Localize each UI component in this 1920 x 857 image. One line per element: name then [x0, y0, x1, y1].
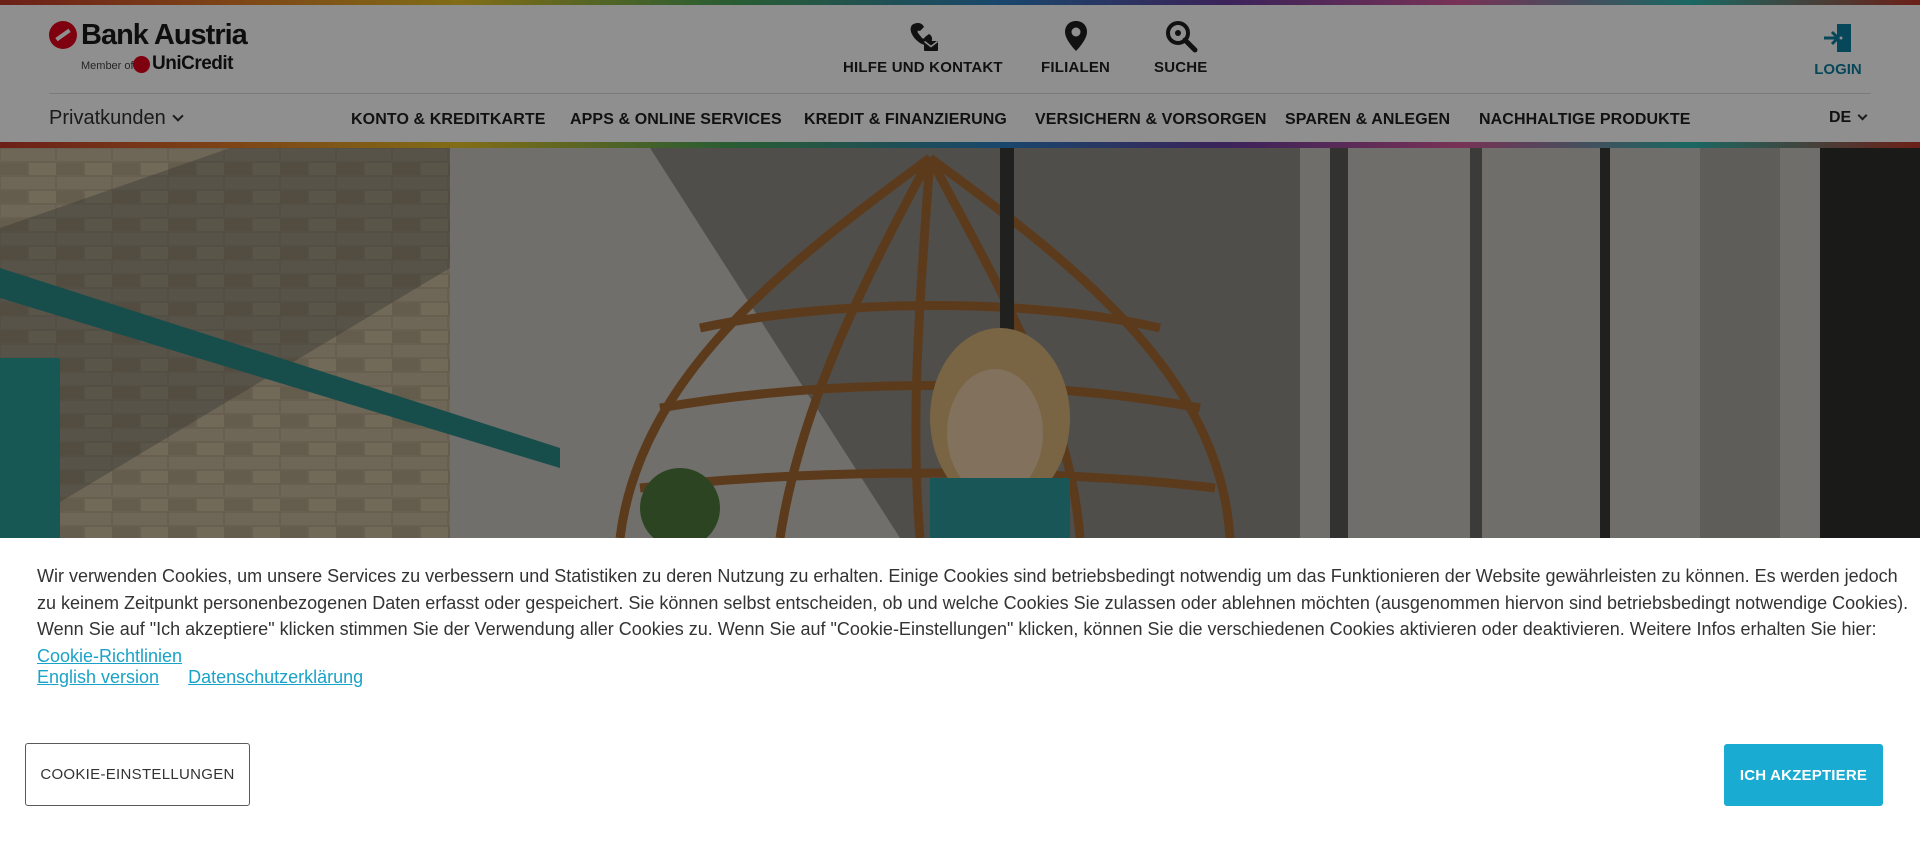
- util-help-contact[interactable]: HILFE UND KONTAKT: [843, 19, 1003, 76]
- util-label: SUCHE: [1154, 59, 1208, 76]
- segment-selector[interactable]: Privatkunden: [49, 107, 184, 130]
- privacy-policy-link[interactable]: Datenschutzerklärung: [188, 667, 363, 687]
- nav-apps-online-services[interactable]: APPS & ONLINE SERVICES: [570, 111, 782, 129]
- chevron-down-icon: [1857, 110, 1868, 121]
- cookie-settings-button[interactable]: COOKIE-EINSTELLUNGEN: [25, 743, 250, 806]
- util-label: FILIALEN: [1041, 59, 1111, 76]
- location-pin-icon: [1064, 21, 1087, 51]
- hero-illustration: [0, 148, 1920, 538]
- main-nav: Privatkunden KONTO & KREDITKARTE APPS & …: [0, 105, 1920, 137]
- cookie-message: Wir verwenden Cookies, um unsere Service…: [37, 566, 1909, 639]
- nav-nachhaltige-produkte[interactable]: NACHHALTIGE PRODUKTE: [1479, 111, 1690, 129]
- nav-sparen-anlegen[interactable]: SPAREN & ANLEGEN: [1285, 111, 1450, 129]
- login-icon: [1824, 24, 1851, 52]
- login-button[interactable]: LOGIN: [1808, 21, 1868, 78]
- language-selector[interactable]: DE: [1829, 109, 1868, 127]
- english-version-link[interactable]: English version: [37, 667, 159, 687]
- utility-nav: HILFE UND KONTAKT FILIALEN SUCHE: [0, 19, 1920, 89]
- cookie-policy-link[interactable]: Cookie-Richtlinien: [37, 646, 182, 666]
- cookie-text: Wir verwenden Cookies, um unsere Service…: [37, 563, 1917, 669]
- cookie-secondary-links: English version Datenschutzerklärung: [37, 667, 387, 688]
- nav-versichern-vorsorgen[interactable]: VERSICHERN & VORSORGEN: [1035, 111, 1267, 129]
- nav-konto-kreditkarte[interactable]: KONTO & KREDITKARTE: [351, 111, 546, 129]
- cookie-banner: Wir verwenden Cookies, um unsere Service…: [0, 538, 1920, 857]
- search-icon: [1165, 21, 1198, 53]
- help-contact-icon: [910, 22, 938, 51]
- util-search[interactable]: SUCHE: [1154, 19, 1208, 76]
- nav-kredit-finanzierung[interactable]: KREDIT & FINANZIERUNG: [804, 111, 1007, 129]
- segment-label: Privatkunden: [49, 107, 166, 129]
- accept-cookies-button[interactable]: ICH AKZEPTIERE: [1724, 744, 1883, 806]
- util-label: HILFE UND KONTAKT: [843, 59, 1003, 76]
- language-label: DE: [1829, 109, 1852, 126]
- chevron-down-icon: [172, 110, 184, 122]
- site-header: Bank Austria Member of UniCredit HILFE U…: [0, 5, 1920, 142]
- header-divider: [49, 93, 1871, 94]
- login-label: LOGIN: [1814, 61, 1862, 78]
- util-branches[interactable]: FILIALEN: [1041, 19, 1110, 76]
- hero-image: [0, 148, 1920, 538]
